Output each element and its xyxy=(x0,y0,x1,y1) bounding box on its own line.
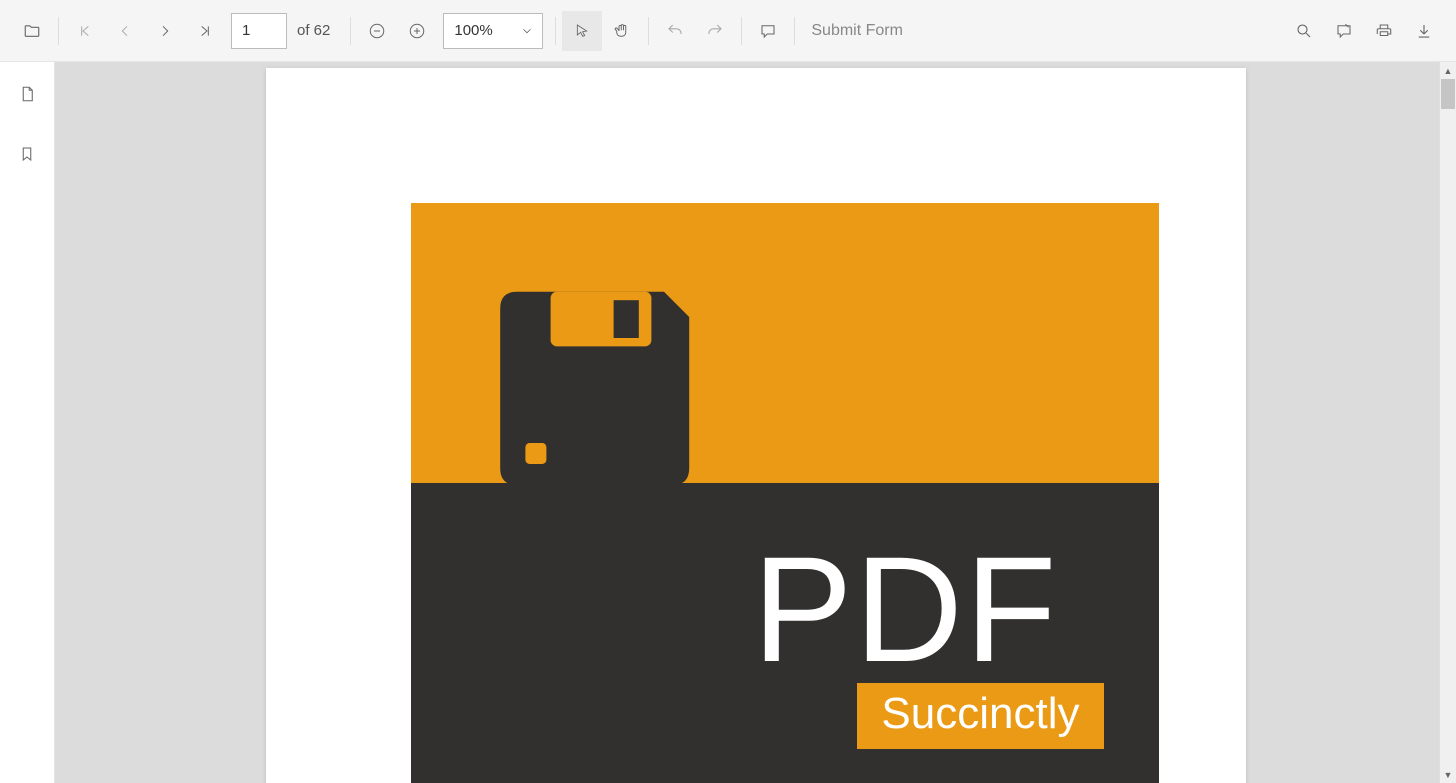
chevron-left-icon xyxy=(117,23,133,39)
comment-icon xyxy=(759,22,777,40)
cover-subtitle: Succinctly xyxy=(857,683,1103,749)
download-icon xyxy=(1415,22,1433,40)
separator xyxy=(58,17,59,45)
vertical-scrollbar[interactable]: ▲ ▼ xyxy=(1439,62,1456,783)
page-icon xyxy=(18,85,36,103)
print-button[interactable] xyxy=(1364,11,1404,51)
chevron-right-icon xyxy=(157,23,173,39)
scroll-down-button[interactable]: ▼ xyxy=(1440,766,1456,783)
chevron-down-icon xyxy=(520,24,534,38)
redo-icon xyxy=(706,22,724,40)
next-page-button[interactable] xyxy=(145,11,185,51)
cover-bottom-band: PDF Succinctly xyxy=(411,483,1159,783)
zoom-value-label: 100% xyxy=(454,22,492,39)
separator xyxy=(648,17,649,45)
floppy-disk-icon xyxy=(496,275,706,485)
submit-form-button[interactable]: Submit Form xyxy=(811,22,903,40)
scroll-track[interactable] xyxy=(1440,79,1456,766)
minus-circle-icon xyxy=(368,22,386,40)
scroll-thumb[interactable] xyxy=(1441,79,1455,109)
document-viewer[interactable]: PDF Succinctly ▲ ▼ xyxy=(55,62,1456,783)
separator xyxy=(350,17,351,45)
separator xyxy=(555,17,556,45)
print-icon xyxy=(1375,22,1393,40)
cover-title: PDF xyxy=(753,523,1059,696)
download-button[interactable] xyxy=(1404,11,1444,51)
plus-circle-icon xyxy=(408,22,426,40)
zoom-out-button[interactable] xyxy=(357,11,397,51)
annotation-button[interactable] xyxy=(1324,11,1364,51)
page-number-input[interactable] xyxy=(231,13,287,49)
cover-top-band xyxy=(411,203,1159,483)
toolbar: of 62 100% Submit Form xyxy=(0,0,1456,62)
zoom-dropdown[interactable]: 100% xyxy=(443,13,543,49)
search-button[interactable] xyxy=(1284,11,1324,51)
bookmark-icon xyxy=(18,145,36,163)
first-page-button[interactable] xyxy=(65,11,105,51)
cover-graphic: PDF Succinctly xyxy=(411,203,1159,783)
folder-icon xyxy=(23,22,41,40)
thumbnails-button[interactable] xyxy=(7,74,47,114)
open-file-button[interactable] xyxy=(12,11,52,51)
page-total-label: of 62 xyxy=(297,22,330,39)
cursor-icon xyxy=(574,23,590,39)
scroll-up-button[interactable]: ▲ xyxy=(1440,62,1456,79)
redo-button[interactable] xyxy=(695,11,735,51)
hand-icon xyxy=(613,22,631,40)
select-tool-button[interactable] xyxy=(562,11,602,51)
last-page-button[interactable] xyxy=(185,11,225,51)
main-area: PDF Succinctly ▲ ▼ xyxy=(0,62,1456,783)
undo-icon xyxy=(666,22,684,40)
zoom-in-button[interactable] xyxy=(397,11,437,51)
first-page-icon xyxy=(77,23,93,39)
separator xyxy=(794,17,795,45)
undo-button[interactable] xyxy=(655,11,695,51)
bookmarks-button[interactable] xyxy=(7,134,47,174)
sidebar xyxy=(0,62,55,783)
last-page-icon xyxy=(197,23,213,39)
pdf-page: PDF Succinctly xyxy=(266,68,1246,783)
separator xyxy=(741,17,742,45)
search-icon xyxy=(1295,22,1313,40)
annotation-icon xyxy=(1335,22,1353,40)
prev-page-button[interactable] xyxy=(105,11,145,51)
comment-button[interactable] xyxy=(748,11,788,51)
pan-tool-button[interactable] xyxy=(602,11,642,51)
